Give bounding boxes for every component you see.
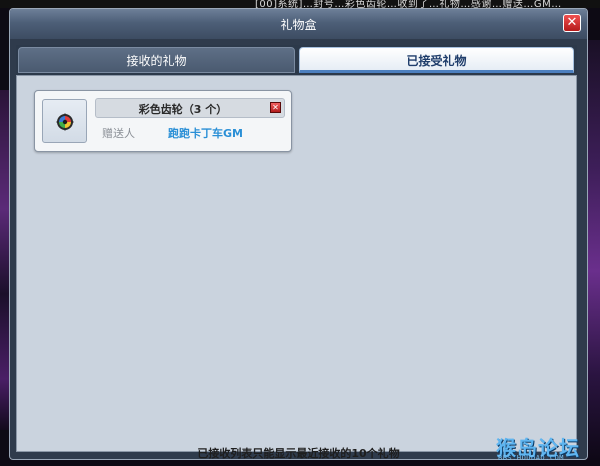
sender-label: 赠送人 [102, 127, 135, 140]
delete-gift-button[interactable]: ✕ [270, 102, 281, 113]
window-title: 礼物盒 [280, 18, 317, 32]
gift-list-panel: 彩色齿轮（3 个） ✕ 赠送人 跑跑卡丁车GM [16, 75, 577, 452]
sender-name[interactable]: 跑跑卡丁车GM [168, 125, 243, 141]
tab-bar: 接收的礼物 已接受礼物 [16, 45, 577, 75]
delete-icon: ✕ [272, 103, 279, 112]
window-titlebar[interactable]: 礼物盒 ✕ [10, 9, 587, 39]
gift-icon-frame [42, 99, 87, 143]
gift-name-bar: 彩色齿轮（3 个） ✕ [95, 98, 285, 118]
gift-name: 彩色齿轮（3 个） [138, 103, 228, 116]
gift-card[interactable]: 彩色齿轮（3 个） ✕ 赠送人 跑跑卡丁车GM [34, 90, 292, 152]
tab-received-gifts[interactable]: 接收的礼物 [18, 47, 295, 73]
close-button[interactable]: ✕ [563, 14, 581, 32]
background-chat-text: [00]系统]…封号…彩色齿轮…收到了…礼物…感谢…赠送…GM… [255, 0, 562, 8]
forum-watermark: 猴岛论坛 BBS.HOUDAO.COM [496, 432, 596, 464]
tab-accepted-gifts[interactable]: 已接受礼物 [299, 47, 574, 73]
colorful-gear-icon [56, 113, 74, 131]
background-chat-strip: [00]系统]…封号…彩色齿轮…收到了…礼物…感谢…赠送…GM… [0, 0, 600, 8]
gift-box-window: 礼物盒 ✕ 接收的礼物 已接受礼物 彩色齿轮（3 个） ✕ 赠送人 跑跑卡丁车G… [9, 8, 588, 460]
watermark-url: BBS.HOUDAO.COM [498, 454, 565, 462]
close-icon: ✕ [566, 15, 578, 30]
